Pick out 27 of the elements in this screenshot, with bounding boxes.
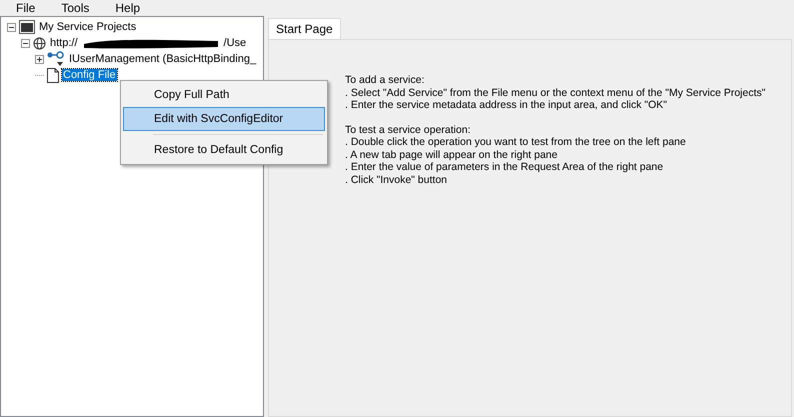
document-icon — [47, 68, 59, 82]
globe-icon — [33, 36, 46, 50]
section-heading: To test a service operation: — [345, 124, 472, 136]
instruction-text: . Click "Invoke" button — [345, 174, 448, 186]
menu-item[interactable]: Copy Full Path — [123, 83, 325, 107]
expander-icon[interactable] — [35, 54, 44, 64]
tree-item[interactable]: IUserManagement (BasicHttpBinding_ — [68, 53, 258, 65]
expander-icon[interactable] — [21, 38, 30, 48]
tree-item[interactable]: Config File — [62, 69, 117, 81]
expander-icon[interactable] — [7, 22, 16, 32]
menu-item[interactable]: Tools — [61, 0, 90, 16]
instruction-text: . Enter the service metadata address in the input area, and click "OK" — [345, 99, 668, 112]
instruction-text: . Double click the operation you want to test from the tree on the left pane — [345, 136, 687, 148]
instruction-text: . Enter the value of parameters in the Request Area of the right pane — [345, 161, 664, 174]
menu-item[interactable]: File — [16, 0, 36, 16]
section-heading: To add a service: — [345, 74, 426, 86]
instruction-text: . A new tab page will appear on the right pane — [345, 148, 558, 161]
tree-item[interactable]: My Service Projects — [38, 21, 138, 33]
interface-icon — [47, 51, 65, 67]
instruction-text: . Select "Add Service" from the File menu or the context menu of the "My Service Projects" — [345, 86, 767, 99]
tree-item[interactable]: http:// — [49, 37, 79, 49]
tree-item-text: /Use — [222, 37, 248, 49]
menu-item[interactable]: Help — [115, 0, 140, 16]
tab[interactable]: Start Page — [268, 18, 341, 39]
menu-item[interactable]: Restore to Default Config — [123, 138, 325, 162]
console-icon — [19, 20, 35, 34]
menu-item[interactable]: Edit with SvcConfigEditor — [123, 107, 325, 131]
